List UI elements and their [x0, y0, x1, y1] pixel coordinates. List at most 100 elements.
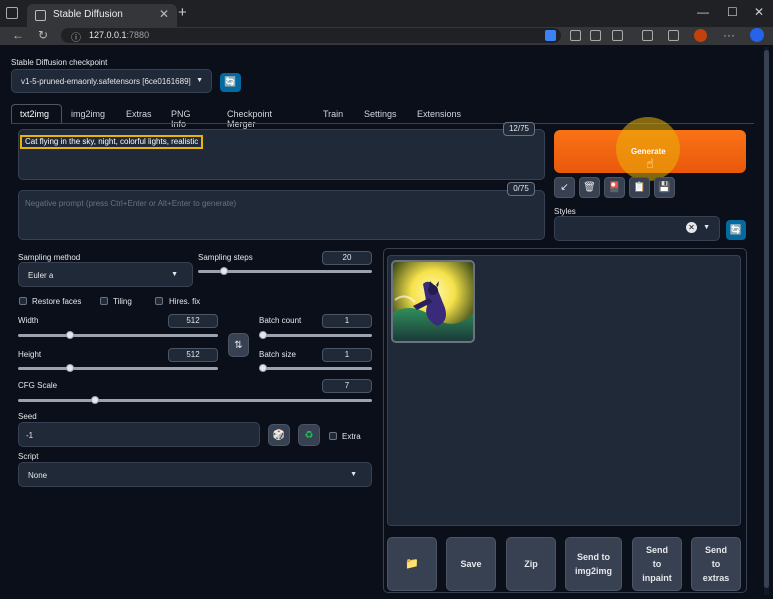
tab-txt2img[interactable]: txt2img [20, 109, 49, 119]
styles-dropdown[interactable]: ✕ ▼ [554, 216, 720, 241]
batch-size-input[interactable]: 1 [322, 348, 372, 362]
script-value: None [28, 471, 48, 480]
prompt-text: Cat flying in the sky, night, colorful l… [20, 135, 204, 149]
more-icon[interactable]: ··· [723, 28, 735, 42]
tab-extensions[interactable]: Extensions [417, 109, 461, 119]
height-knob[interactable] [66, 364, 74, 372]
info-icon[interactable]: ⓘ [71, 29, 81, 44]
hires-fix-checkbox[interactable] [155, 297, 163, 305]
tab-checkpoint-merger[interactable]: Checkpoint Merger [227, 109, 272, 129]
extra-networks-icon[interactable]: 🎴 [604, 177, 625, 198]
trash-icon[interactable]: 🗑 [579, 177, 600, 198]
checkpoint-label: Stable Diffusion checkpoint [11, 58, 108, 67]
batch-size-knob[interactable] [259, 364, 267, 372]
script-label: Script [18, 452, 39, 461]
reuse-seed-icon[interactable]: ♻ [298, 424, 320, 446]
negative-prompt-textarea[interactable]: Negative prompt (press Ctrl+Enter or Alt… [18, 190, 545, 240]
browser-tab[interactable]: Stable Diffusion ✕ [27, 4, 177, 27]
generated-image-thumbnail[interactable] [391, 260, 475, 343]
sampling-steps-knob[interactable] [219, 267, 228, 275]
send-to-extras-button[interactable]: Send to extras [691, 537, 741, 591]
checkpoint-value: v1-5-pruned-emaonly.safetensors [6ce0161… [21, 77, 191, 86]
random-seed-icon[interactable]: 🎲 [268, 424, 290, 446]
address-bar[interactable]: ⓘ 127.0.0.1:7880 [61, 28, 561, 44]
chevron-down-icon: ▼ [703, 224, 710, 231]
hires-fix-label: Hires. fix [169, 297, 201, 306]
avatar[interactable] [694, 29, 707, 42]
refresh-styles-icon[interactable]: 🔄 [726, 220, 746, 240]
clear-icon[interactable]: ✕ [686, 222, 697, 233]
open-folder-icon[interactable]: 📁 [387, 537, 437, 591]
sampling-method-label: Sampling method [18, 253, 81, 262]
tab-actions-icon[interactable] [6, 7, 18, 19]
sampling-method-dropdown[interactable]: Euler a ▼ [18, 262, 193, 287]
chevron-down-icon: ▼ [171, 271, 178, 278]
cfg-scale-knob[interactable] [90, 396, 99, 404]
script-dropdown[interactable]: None ▼ [18, 462, 372, 487]
batch-size-label: Batch size [259, 350, 296, 359]
extra-label: Extra [342, 432, 361, 441]
read-aloud-icon[interactable] [570, 30, 581, 41]
batch-count-input[interactable]: 1 [322, 314, 372, 328]
tab-settings[interactable]: Settings [364, 109, 397, 119]
read-params-icon[interactable]: ↙ [554, 177, 575, 198]
favicon-icon [35, 10, 46, 21]
tag-icon[interactable] [545, 30, 556, 41]
tab-png-info[interactable]: PNG Info [171, 109, 191, 129]
height-slider[interactable] [18, 367, 218, 370]
send-to-inpaint-button[interactable]: Send to inpaint [632, 537, 682, 591]
chevron-down-icon: ▼ [196, 77, 203, 84]
sampling-steps-input[interactable]: 20 [322, 251, 372, 265]
height-input[interactable]: 512 [168, 348, 218, 362]
seed-input[interactable]: -1 [18, 422, 260, 447]
save-style-icon[interactable]: 💾 [654, 177, 675, 198]
copilot-icon[interactable] [750, 28, 764, 42]
negative-token-counter: 0/75 [507, 182, 535, 196]
new-tab-icon[interactable]: + [178, 4, 187, 21]
back-icon[interactable]: ← [12, 28, 24, 42]
tab-train[interactable]: Train [323, 109, 343, 119]
favorites-bar-icon[interactable] [642, 30, 653, 41]
tab-title: Stable Diffusion [53, 9, 123, 20]
cfg-scale-slider[interactable] [18, 399, 372, 402]
height-label: Height [18, 350, 42, 359]
url-host: 127.0.0.1 [89, 30, 127, 40]
refresh-icon[interactable]: ↻ [38, 28, 48, 42]
cfg-scale-label: CFG Scale [18, 381, 58, 390]
save-button[interactable]: Save [446, 537, 496, 591]
clipboard-icon[interactable]: 📋 [629, 177, 650, 198]
zip-button[interactable]: Zip [506, 537, 556, 591]
restore-faces-checkbox[interactable] [19, 297, 27, 305]
batch-count-slider[interactable] [259, 334, 372, 337]
cfg-scale-input[interactable]: 7 [322, 379, 372, 393]
send-to-img2img-button[interactable]: Send to img2img [565, 537, 622, 591]
favorite-icon[interactable] [612, 30, 623, 41]
restore-faces-label: Restore faces [32, 297, 82, 306]
minimize-icon[interactable]: — [697, 5, 709, 19]
refresh-checkpoint-icon[interactable]: 🔄 [220, 73, 241, 92]
negative-prompt-placeholder: Negative prompt (press Ctrl+Enter or Alt… [25, 199, 237, 208]
close-tab-icon[interactable]: ✕ [159, 7, 169, 21]
checkpoint-dropdown[interactable]: v1-5-pruned-emaonly.safetensors [6ce0161… [11, 69, 212, 93]
tiling-label: Tiling [113, 297, 132, 306]
width-input[interactable]: 512 [168, 314, 218, 328]
sampling-steps-label: Sampling steps [198, 253, 253, 262]
swap-dimensions-icon[interactable]: ⇅ [228, 333, 249, 357]
tiling-checkbox[interactable] [100, 297, 108, 305]
translate-icon[interactable] [590, 30, 601, 41]
seed-value: -1 [26, 431, 34, 440]
pointer-cursor-icon: ☝ [646, 156, 654, 171]
width-label: Width [18, 316, 39, 325]
extra-seed-checkbox[interactable] [329, 432, 337, 440]
batch-size-slider[interactable] [259, 367, 372, 370]
width-knob[interactable] [66, 331, 74, 339]
tab-extras[interactable]: Extras [126, 109, 152, 119]
tab-img2img[interactable]: img2img [71, 109, 105, 119]
width-slider[interactable] [18, 334, 218, 337]
close-window-icon[interactable]: ✕ [754, 5, 764, 19]
collections-icon[interactable] [668, 30, 679, 41]
scrollbar-thumb[interactable] [764, 50, 769, 588]
maximize-icon[interactable]: ☐ [727, 5, 738, 19]
batch-count-label: Batch count [259, 316, 302, 325]
batch-count-knob[interactable] [259, 331, 267, 339]
